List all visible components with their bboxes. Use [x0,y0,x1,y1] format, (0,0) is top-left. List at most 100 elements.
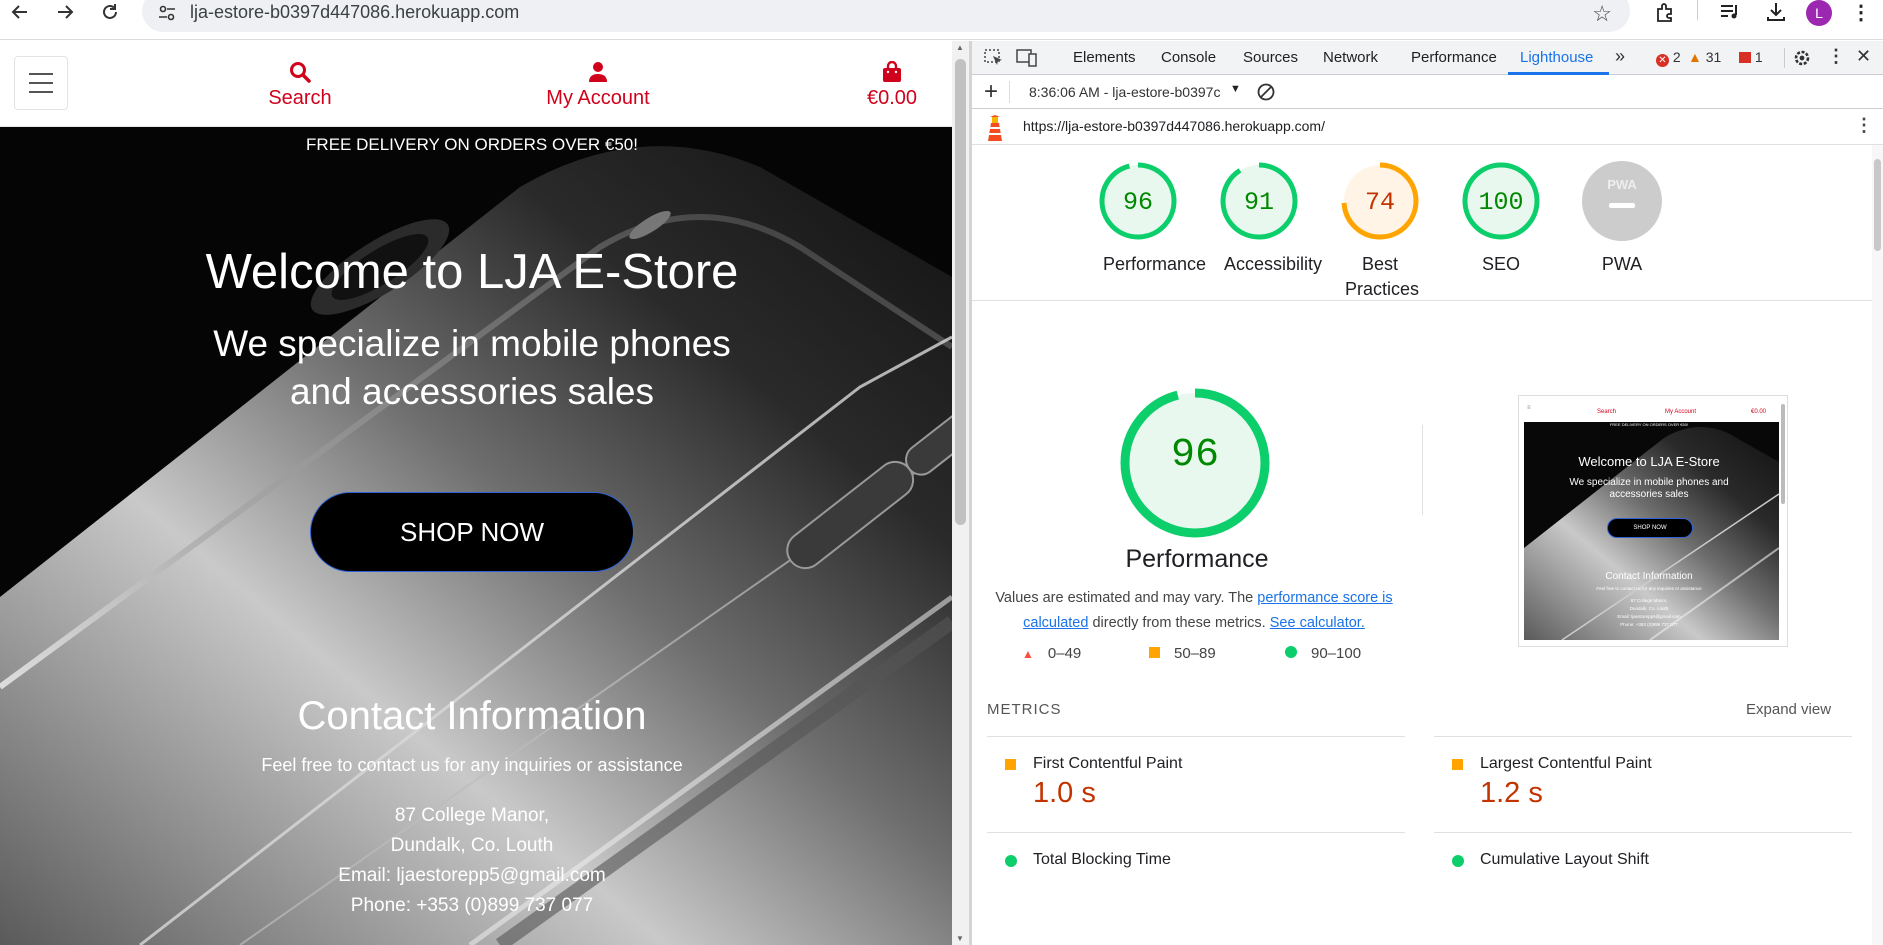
pwa-badge-text: PWA [1607,177,1637,192]
warning-icon: ▲ [1688,49,1702,65]
lighthouse-toolbar: + 8:36:06 AM - lja-estore-b0397c ▼ [972,75,1883,109]
score-label: Best Practices [1345,254,1420,299]
search-link[interactable]: Search [240,61,360,110]
devtools-scrollbar[interactable] [1872,145,1883,945]
device-toolbar-icon[interactable] [1016,49,1038,67]
warnings-counter[interactable]: ▲ 31 [1688,49,1721,65]
report-url[interactable]: https://lja-estore-b0397d447086.herokuap… [1023,118,1325,134]
site-settings-icon[interactable] [156,2,178,24]
metric-value: 1.2 s [1480,777,1543,809]
score-gauge-performance[interactable]: 96 Performance [1088,161,1206,277]
metric-name: Total Blocking Time [1033,851,1171,868]
score-gauge-seo[interactable]: 100 SEO [1451,161,1551,277]
address-bar[interactable]: lja-estore-b0397d447086.herokuapp.com ☆ [142,0,1630,32]
dropdown-arrow-icon[interactable]: ▼ [1230,83,1241,95]
tab-network[interactable]: Network [1323,49,1378,66]
close-devtools-icon[interactable]: ✕ [1856,46,1871,67]
media-controls-icon[interactable] [1715,0,1745,24]
reload-icon [103,4,117,19]
thumb-title: Welcome to LJA E-Store [1578,454,1720,469]
issue-icon [1739,52,1751,63]
back-button[interactable] [2,0,38,24]
more-tabs-icon[interactable]: » [1615,46,1625,67]
bookmark-star-icon[interactable]: ☆ [1592,1,1612,27]
thumb-cart: €0.00 [1751,409,1767,415]
score-gauge-accessibility[interactable]: 91 Accessibility [1209,161,1322,277]
tab-lighthouse[interactable]: Lighthouse [1520,49,1593,66]
tab-console[interactable]: Console [1161,49,1216,66]
thumb-hero: FREE DELIVERY ON ORDERS OVER €50! Welcom… [1524,422,1779,640]
download-icon[interactable] [1761,0,1791,24]
metric-total-blocking-time[interactable]: Total Blocking Time [987,832,1405,928]
expand-view-button[interactable]: Expand view [1746,701,1831,718]
profile-avatar[interactable]: L [1806,0,1832,26]
report-select[interactable]: 8:36:06 AM - lja-estore-b0397c [1029,84,1220,100]
score-gauge-best-practices[interactable]: 74 Best Practices [1330,161,1430,302]
score-ring: 74 [1341,162,1419,240]
website-viewport: Search My Account €0.00 FREE DELIVERY ON… [0,41,952,945]
metric-name: First Contentful Paint [1033,755,1183,772]
forward-button[interactable] [47,0,83,24]
devtools-scrollbar-thumb[interactable] [1874,159,1881,251]
issues-counter[interactable]: 1 [1739,49,1763,65]
shop-now-button[interactable]: SHOP NOW [310,492,634,572]
site-scrollbar-thumb[interactable] [955,59,966,525]
report-menu-icon[interactable]: ⋮ [1855,115,1873,136]
clear-reports-icon[interactable] [1257,83,1275,101]
reload-button[interactable] [92,0,128,24]
fail-triangle-icon: ▲ [1022,647,1034,661]
contact-intro: Feel free to contact us for any inquirie… [261,755,683,775]
inspect-element-icon[interactable] [984,49,1004,67]
score-value: 91 [1244,188,1274,217]
page-screenshot-thumbnail[interactable]: ≡ Search My Account €0.00 FREE DELIVERY … [1518,395,1788,647]
metric-value: 1.0 s [1033,777,1096,809]
see-calculator-link[interactable]: See calculator. [1270,615,1365,631]
average-square-icon [1149,647,1160,658]
tab-sources[interactable]: Sources [1243,49,1298,66]
hero-subtitle-line2: and accessories sales [289,371,655,412]
thumb-phone: Phone: +353 (0)899 737 077 [1620,622,1678,627]
my-account-link[interactable]: My Account [528,61,668,110]
extensions-icon[interactable] [1650,0,1680,24]
cart-link[interactable]: €0.00 [852,61,932,110]
new-report-icon[interactable]: + [984,78,998,106]
devtools-menu-icon[interactable]: ⋮ [1827,46,1845,67]
contact-email: Email: ljaestorepp5@gmail.com [338,865,606,886]
hero-subtitle-line1: We specialize in mobile phones [213,323,731,364]
pass-circle-icon [1452,855,1464,867]
tab-performance[interactable]: Performance [1411,49,1497,66]
performance-gauge-large[interactable]: 96 [1115,383,1275,543]
score-gauge-pwa[interactable]: PWA PWA [1572,161,1672,277]
scroll-down-icon[interactable]: ▼ [956,934,964,943]
thumb-header: ≡ Search My Account €0.00 [1519,396,1787,422]
tab-elements[interactable]: Elements [1073,49,1136,66]
back-arrow-icon [11,5,27,19]
forward-arrow-icon [58,5,74,19]
search-icon [290,62,311,83]
settings-gear-icon[interactable] [1792,48,1812,68]
metric-first-contentful-paint[interactable]: First Contentful Paint 1.0 s [987,736,1405,832]
free-delivery-banner: FREE DELIVERY ON ORDERS OVER €50! [306,135,638,154]
metric-largest-contentful-paint[interactable]: Largest Contentful Paint 1.2 s [1434,736,1852,832]
errors-counter[interactable]: ✕ 2 [1656,49,1681,67]
thumb-intro: Feel free to contact us for any inquirie… [1596,586,1702,591]
thumb-address2: Dundalk, Co. Louth [1629,606,1669,611]
thumb-email: Email: ljaestorepp5@gmail.com [1617,614,1681,619]
contact-address-line2: Dundalk, Co. Louth [390,835,554,856]
metrics-header: METRICS [987,701,1062,718]
shopping-bag-icon [883,61,901,82]
hamburger-menu-button[interactable] [14,56,68,110]
metric-name: Cumulative Layout Shift [1480,851,1649,868]
metric-cumulative-layout-shift[interactable]: Cumulative Layout Shift [1434,832,1852,928]
pwa-badge-icon: PWA [1582,161,1662,241]
warnings-count: 31 [1705,49,1722,65]
site-scrollbar[interactable]: ▲ ▼ [952,41,969,945]
scroll-up-icon[interactable]: ▲ [956,43,964,52]
devtools-panel: Elements Console Sources Network Perform… [972,41,1883,945]
legend-average: 50–89 [1149,645,1216,662]
average-square-icon [1452,759,1463,770]
score-ring: 96 [1099,162,1177,240]
url-text[interactable]: lja-estore-b0397d447086.herokuapp.com [190,2,519,23]
pass-circle-icon [1285,646,1297,658]
browser-menu-icon[interactable]: ⋮ [1848,0,1874,24]
